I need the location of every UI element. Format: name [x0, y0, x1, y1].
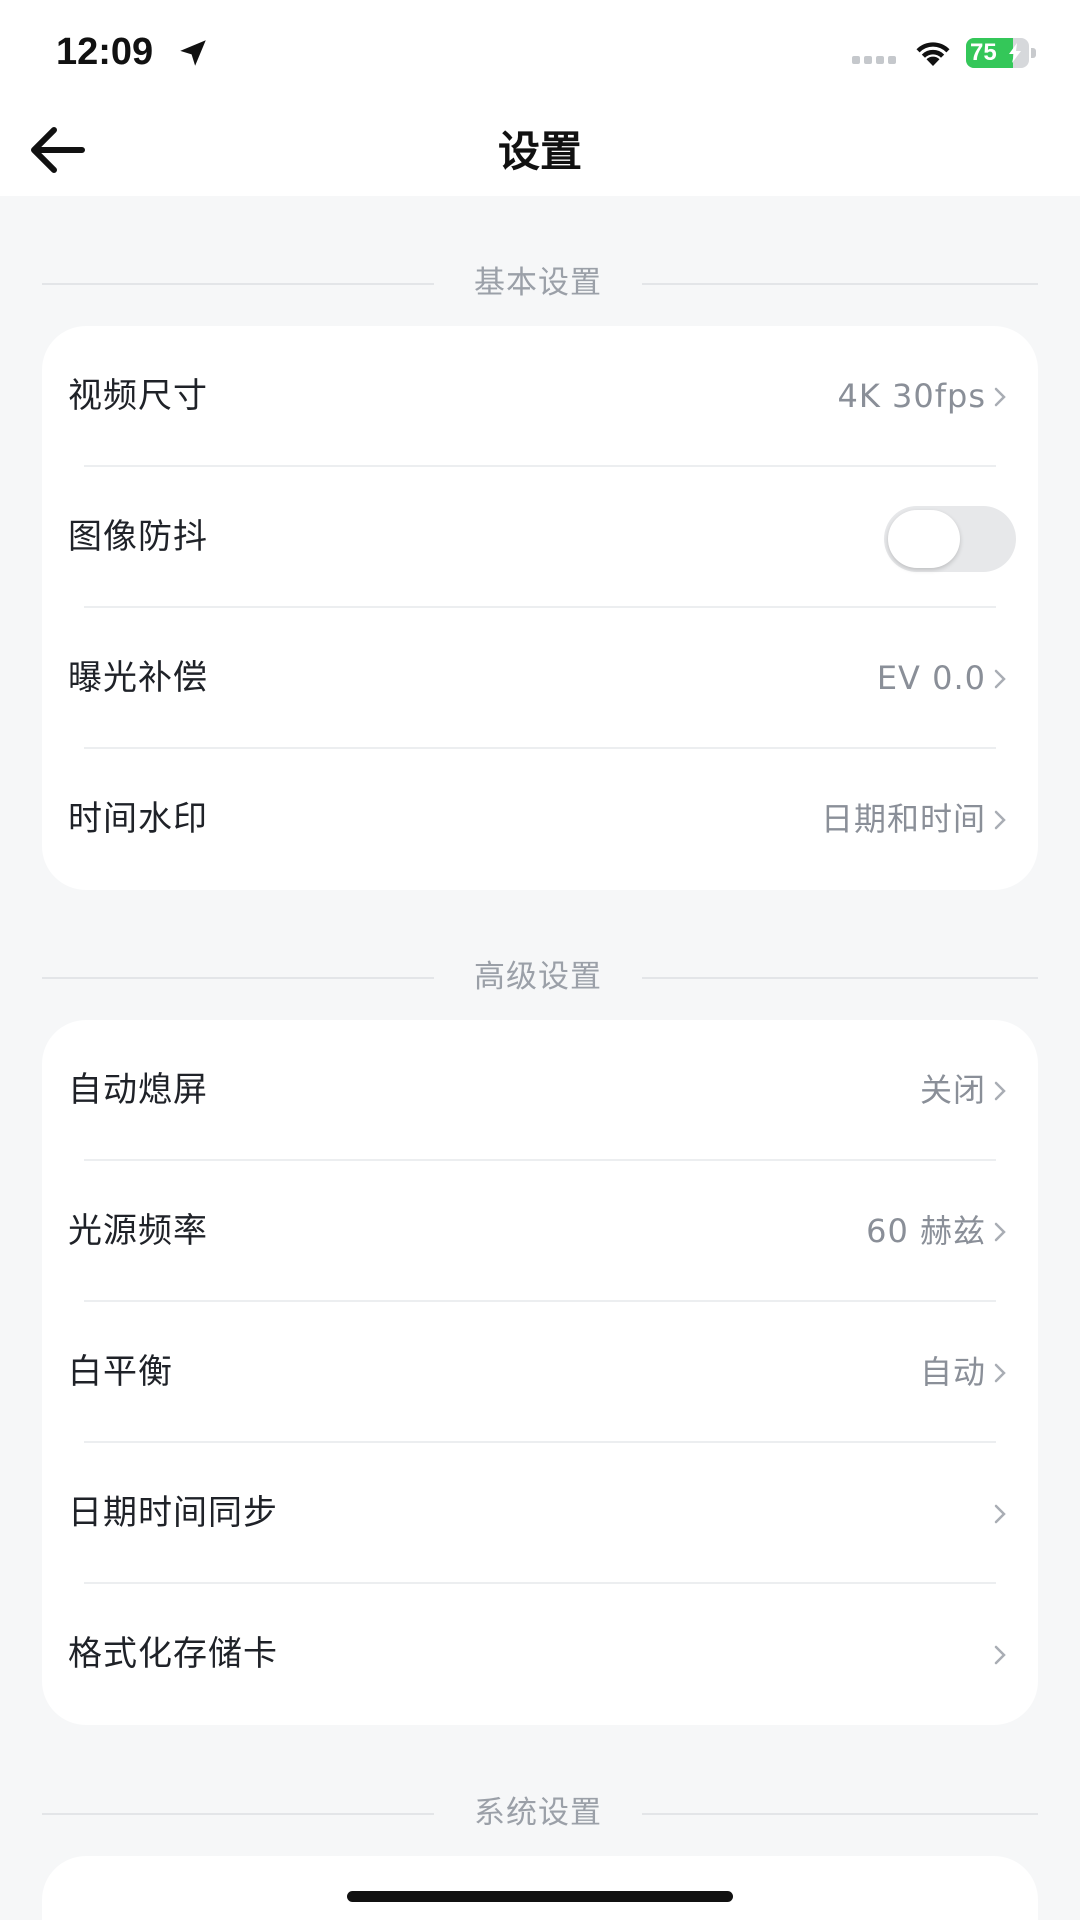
setting-label: 日期时间同步	[68, 1493, 278, 1533]
home-indicator[interactable]	[347, 1891, 733, 1902]
setting-label: 曝光补偿	[68, 658, 208, 698]
setting-row-exposure[interactable]: 曝光补偿 EV 0.0	[42, 608, 1038, 749]
setting-value: 日期和时间	[820, 800, 986, 838]
section-header-system: 系统设置	[42, 1791, 1038, 1835]
setting-row-video-size[interactable]: 视频尺寸 4K 30fps	[42, 326, 1038, 467]
chevron-right-icon	[994, 1222, 1006, 1242]
setting-label: 光源频率	[68, 1211, 208, 1251]
setting-label: 格式化存储卡	[68, 1634, 278, 1674]
setting-label: 白平衡	[68, 1352, 173, 1392]
charging-bolt-icon	[1009, 43, 1021, 63]
basic-settings-card: 视频尺寸 4K 30fps 图像防抖 曝光补偿 EV 0.0 时间水印 日期和时…	[42, 326, 1038, 890]
top-bar: 12:09 75 设置	[0, 0, 1080, 196]
section-title: 高级设置	[474, 959, 602, 995]
setting-label: 图像防抖	[68, 517, 208, 557]
setting-row-auto-screen-off[interactable]: 自动熄屏 关闭	[42, 1020, 1038, 1161]
page-title: 设置	[497, 127, 582, 176]
setting-row-time-watermark[interactable]: 时间水印 日期和时间	[42, 749, 1038, 890]
system-settings-card	[42, 1856, 1038, 1920]
setting-row-datetime-sync[interactable]: 日期时间同步	[42, 1443, 1038, 1584]
wifi-icon	[916, 42, 950, 66]
battery-percent: 75	[970, 39, 997, 66]
chevron-right-icon	[994, 669, 1006, 689]
location-arrow-icon	[180, 40, 206, 66]
section-title: 系统设置	[474, 1795, 602, 1831]
section-header-basic: 基本设置	[42, 261, 1038, 305]
stabilization-toggle[interactable]	[884, 506, 1016, 572]
chevron-right-icon	[994, 1363, 1006, 1383]
setting-value: 60 赫兹	[866, 1212, 986, 1250]
cellular-signal-icon	[852, 56, 902, 66]
setting-row-white-balance[interactable]: 白平衡 自动	[42, 1302, 1038, 1443]
section-title: 基本设置	[474, 265, 602, 301]
chevron-right-icon	[994, 387, 1006, 407]
setting-value: 自动	[919, 1353, 986, 1391]
chevron-right-icon	[994, 1504, 1006, 1524]
setting-row-format-card[interactable]: 格式化存储卡	[42, 1584, 1038, 1725]
toggle-knob	[888, 510, 960, 568]
setting-row-light-frequency[interactable]: 光源频率 60 赫兹	[42, 1161, 1038, 1302]
setting-label: 时间水印	[68, 799, 208, 839]
status-time: 12:09	[56, 31, 154, 73]
setting-value: EV 0.0	[876, 659, 986, 697]
chevron-right-icon	[994, 1081, 1006, 1101]
chevron-right-icon	[994, 1645, 1006, 1665]
setting-value: 关闭	[919, 1071, 986, 1109]
setting-row-stabilization: 图像防抖	[42, 467, 1038, 608]
advanced-settings-card: 自动熄屏 关闭 光源频率 60 赫兹 白平衡 自动 日期时间同步 格式化存储卡	[42, 1020, 1038, 1725]
setting-label: 自动熄屏	[68, 1070, 208, 1110]
settings-screen: 12:09 75 设置 基本设置 视频尺寸 4K 30fps 图像防抖 曝光补偿…	[0, 0, 1080, 1920]
battery-icon: 75	[966, 38, 1038, 68]
setting-value: 4K 30fps	[837, 377, 986, 415]
section-header-advanced: 高级设置	[42, 955, 1038, 999]
chevron-right-icon	[994, 810, 1006, 830]
setting-label: 视频尺寸	[68, 376, 208, 416]
